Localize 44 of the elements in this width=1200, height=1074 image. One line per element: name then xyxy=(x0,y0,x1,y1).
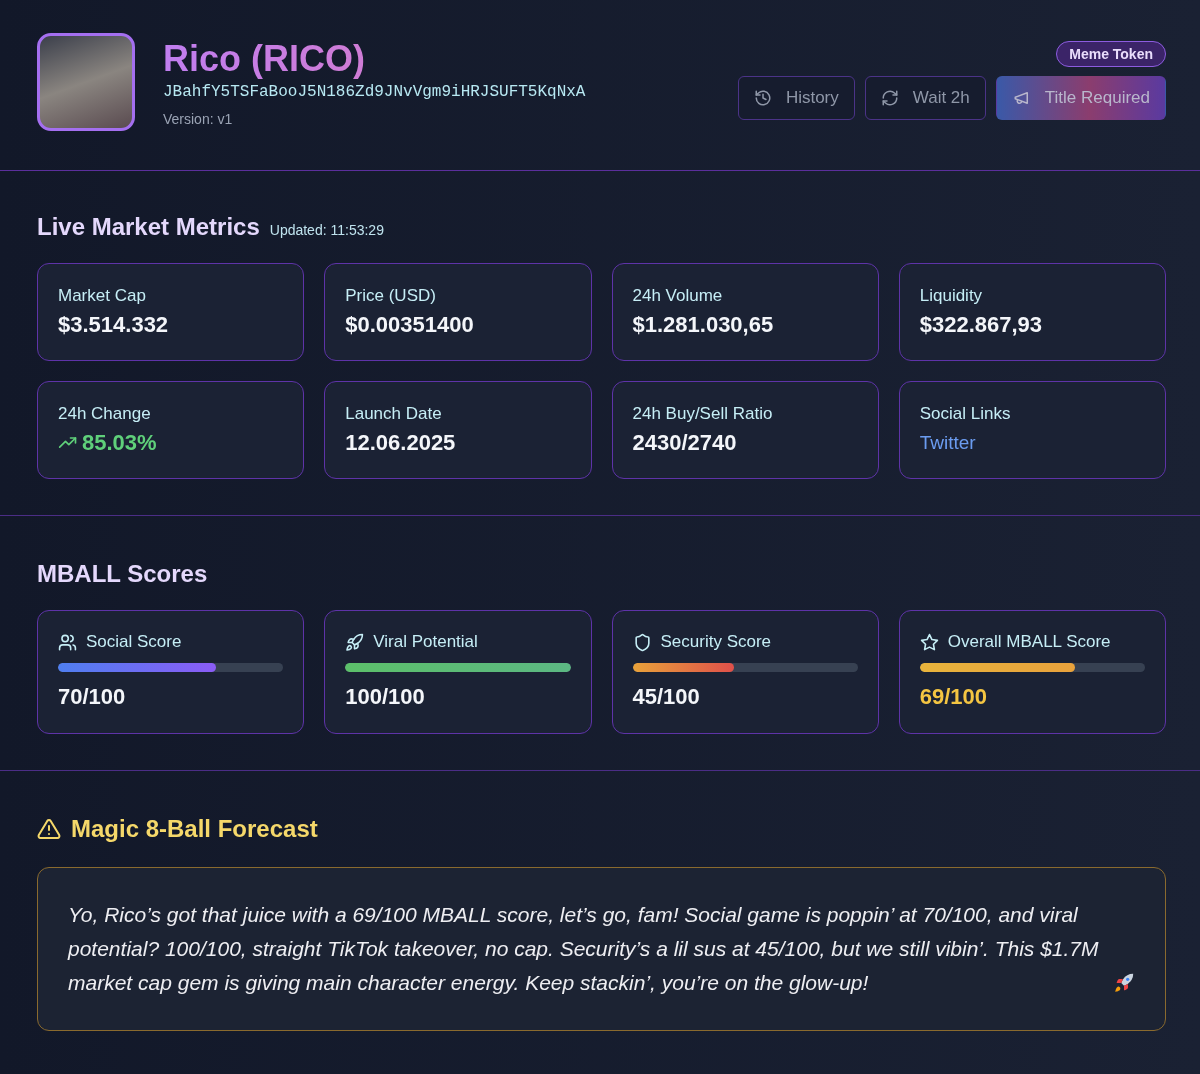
score-value: 70/100 xyxy=(58,684,127,710)
megaphone-icon xyxy=(1012,89,1031,107)
section-title: MBALL Scores xyxy=(37,560,208,588)
people-icon xyxy=(58,632,77,652)
score-label: Social Score xyxy=(86,632,182,652)
forecast-title: Magic 8-Ball Forecast xyxy=(71,815,318,843)
metric-label: 24h Buy/Sell Ratio xyxy=(632,404,774,424)
history-button[interactable]: History xyxy=(737,76,855,120)
contract-address: JBahfY5TSFaBooJ5N186Zd9JNvVgm9iHRJSUFT5KqNxA xyxy=(163,83,586,101)
score-value: 69/100 xyxy=(919,684,989,710)
metric-label: Social Links xyxy=(919,404,1012,424)
metric-value: 85.03% xyxy=(82,430,157,456)
meme-token-tag: Meme Token xyxy=(1056,41,1166,67)
refresh-icon xyxy=(880,89,899,107)
score-label: Security Score xyxy=(660,632,772,652)
metric-label: 24h Volume xyxy=(632,286,724,306)
metric-value: $1.281.030,65 xyxy=(632,312,775,338)
twitter-link[interactable]: Twitter xyxy=(919,432,976,454)
rocket-icon xyxy=(1113,972,1135,994)
forecast-text: Yo, Rico’s got that juice with a 69/100 MBALL score, let’s go, fam! Social game is poppin’ at 70/100, and viral potential? 100/100, straight TikTok takeover, no cap. Security’s a lil sus at 45/100, but we still vibin’. This $1.7M market cap gem is giving main character energy. Keep stackin’, you’re on the glow-up! xyxy=(68,902,1100,996)
score-label: Overall MBALL Score xyxy=(947,632,1111,652)
metric-value: $0.00351400 xyxy=(345,312,475,338)
metric-label: Market Cap xyxy=(58,286,147,306)
metric-value: 2430/2740 xyxy=(632,430,738,456)
history-icon xyxy=(753,89,772,107)
metric-label: Price (USD) xyxy=(345,286,437,306)
metric-label: Launch Date xyxy=(345,404,443,424)
warning-icon xyxy=(37,817,61,841)
metric-value: $3.514.332 xyxy=(58,312,170,338)
score-value: 100/100 xyxy=(345,684,426,710)
star-icon xyxy=(919,632,939,652)
metric-label: Liquidity xyxy=(919,286,984,306)
score-label: Viral Potential xyxy=(373,632,478,652)
title-required-button[interactable]: Title Required xyxy=(995,76,1166,120)
shield-icon xyxy=(632,632,652,652)
metric-label: 24h Change xyxy=(58,404,152,424)
score-value: 45/100 xyxy=(632,684,701,710)
wait-button[interactable]: Wait 2h xyxy=(864,76,986,120)
updated-time: Updated: 11:53:29 xyxy=(269,222,384,238)
section-title: Live Market Metrics xyxy=(37,213,260,241)
version-label: Version: v1 xyxy=(163,111,234,127)
metric-value: 12.06.2025 xyxy=(345,430,457,456)
metric-value: $322.867,93 xyxy=(919,312,1044,338)
rocket-icon xyxy=(345,632,365,652)
